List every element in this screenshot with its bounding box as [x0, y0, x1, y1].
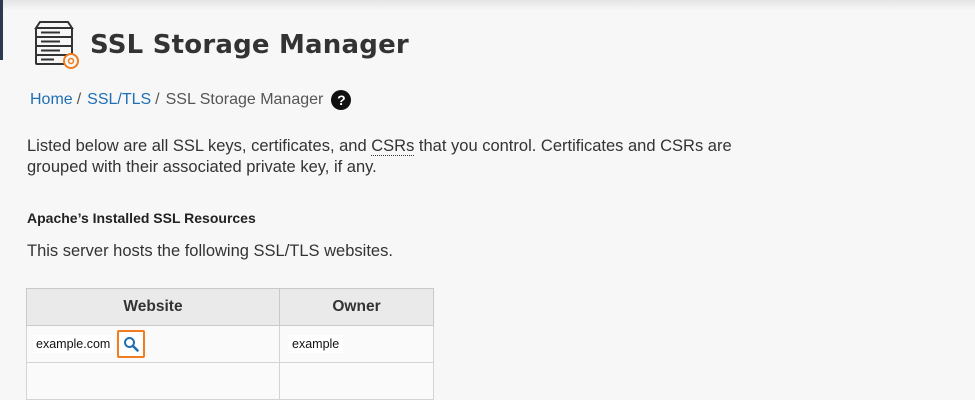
hosts-description: This server hosts the following SSL/TLS … [27, 242, 393, 260]
breadcrumb-ssl-tls-link[interactable]: SSL/TLS [87, 91, 151, 109]
csrs-abbreviation: CSRs [371, 137, 415, 156]
breadcrumb-separator: / [155, 91, 160, 108]
table-row: example.com example [26, 325, 434, 363]
website-cell [26, 362, 280, 400]
page-title: SSL Storage Manager [90, 30, 409, 60]
breadcrumb: Home / SSL/TLS / SSL Storage Manager ? [30, 90, 352, 110]
website-name: example.com [33, 335, 114, 353]
owner-cell [279, 362, 434, 400]
page-description: Listed below are all SSL keys, certifica… [27, 136, 747, 178]
top-bar-shadow [0, 0, 975, 10]
left-accent-bar [0, 0, 3, 60]
owner-name: example [288, 335, 344, 353]
column-header-owner[interactable]: Owner [279, 288, 434, 326]
breadcrumb-current: SSL Storage Manager [165, 91, 324, 108]
owner-cell: example [279, 325, 434, 363]
section-heading: Apache’s Installed SSL Resources [27, 210, 256, 226]
ssl-websites-table: Website Owner example.com example [26, 288, 434, 400]
breadcrumb-home-link[interactable]: Home [30, 91, 73, 109]
description-text: Listed below are all SSL keys, certifica… [27, 137, 372, 155]
breadcrumb-separator: / [76, 91, 82, 108]
search-icon[interactable] [117, 330, 146, 358]
ssl-storage-icon [30, 20, 82, 70]
page-header: SSL Storage Manager [30, 20, 409, 70]
column-header-website[interactable]: Website [26, 288, 280, 326]
table-row [26, 362, 434, 400]
website-cell: example.com [26, 325, 280, 363]
help-icon[interactable]: ? [331, 90, 352, 110]
